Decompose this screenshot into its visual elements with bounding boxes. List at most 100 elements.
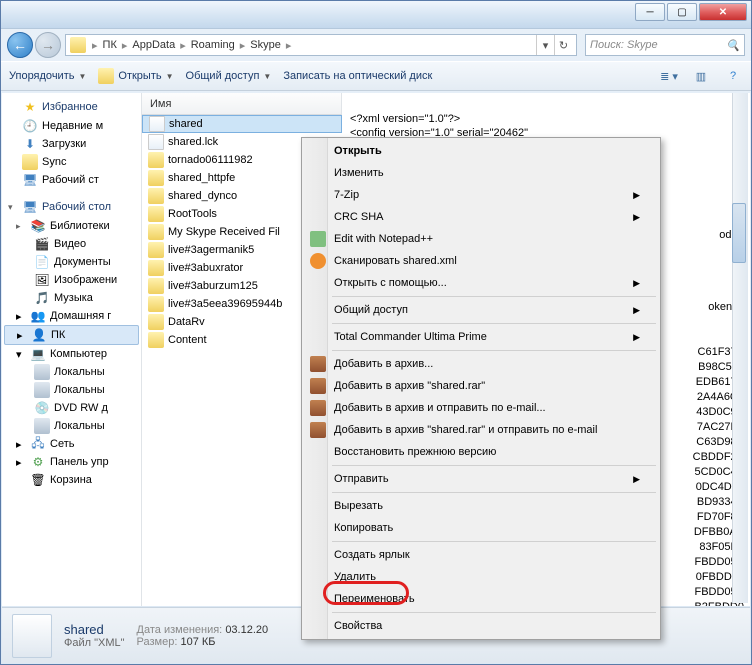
sidebar-item-selected[interactable]: ▸👤ПК [4,325,139,345]
sidebar-item[interactable]: Локальны [2,417,141,435]
sidebar-item[interactable]: 📄Документы [2,253,141,271]
breadcrumb-part[interactable]: AppData [129,39,178,51]
file-name: shared [169,118,203,130]
maximize-button[interactable]: ▢ [667,3,697,21]
sidebar-item[interactable]: ▸👥Домашняя г [2,307,141,325]
sidebar-item[interactable]: 🎬Видео [2,235,141,253]
video-icon: 🎬 [34,236,50,252]
close-button[interactable]: ✕ [699,3,747,21]
star-icon: ★ [22,99,38,115]
forward-button[interactable]: → [35,32,61,58]
menu-item[interactable]: Копировать [304,517,658,539]
menu-item[interactable]: Переименовать [304,588,658,610]
menu-item[interactable]: Открыть [304,140,658,162]
column-header-name[interactable]: Имя [142,93,342,115]
menu-item[interactable]: Удалить [304,566,658,588]
search-icon: 🔍 [726,39,740,52]
menu-item[interactable]: Сканировать shared.xml [304,250,658,272]
menu-label: Изменить [334,167,384,179]
av-icon [310,253,326,269]
menu-item[interactable]: CRC SHA▶ [304,206,658,228]
scrollbar-thumb[interactable] [732,203,746,263]
status-details: Дата изменения: 03.12.20 Размер: 107 КБ [137,624,269,648]
search-input[interactable]: Поиск: Skype 🔍 [585,34,745,56]
context-menu: Открыть Изменить 7-Zip▶CRC SHA▶Edit with N… [301,137,661,640]
breadcrumb-dropdown[interactable]: ▾ [536,35,554,55]
sidebar-item[interactable]: ▸📚Библиотеки [2,217,141,235]
sidebar-item[interactable]: ▸🖧Сеть [2,435,141,453]
help-icon[interactable]: ? [723,66,743,86]
open-icon [98,68,114,84]
desktop-icon: 🖥 [22,199,38,215]
menu-item[interactable]: Вырезать [304,495,658,517]
back-button[interactable]: ← [7,32,33,58]
share-button[interactable]: Общий доступ▼ [186,70,272,82]
folder-icon [148,224,164,240]
scrollbar[interactable] [732,93,748,603]
refresh-button[interactable]: ↻ [554,35,572,55]
sidebar-item[interactable]: ⬇Загрузки [2,135,141,153]
menu-label: Свойства [334,620,382,632]
sidebar-item[interactable]: Sync [2,153,141,171]
breadcrumb-part[interactable]: Roaming [188,39,238,51]
folder-icon [148,242,164,258]
preview-pane-icon[interactable]: ▥ [691,66,711,86]
menu-item[interactable]: Создать ярлык [304,544,658,566]
minimize-button[interactable]: ─ [635,3,665,21]
sidebar-item[interactable]: ▾💻Компьютер [2,345,141,363]
status-file-info: shared Файл "XML" [64,622,125,649]
breadcrumb-part[interactable]: Skype [247,39,284,51]
file-name: shared.lck [168,136,218,148]
organize-button[interactable]: Упорядочить▼ [9,70,86,82]
sidebar-item[interactable]: 💿DVD RW д [2,399,141,417]
menu-item[interactable]: Добавить в архив... [304,353,658,375]
rar-icon [310,400,326,416]
menu-item[interactable]: 7-Zip▶ [304,184,658,206]
desktop-header[interactable]: ▾🖥Рабочий стол [2,197,141,217]
open-button[interactable]: Открыть▼ [98,68,173,84]
sidebar-item[interactable]: Локальны [2,381,141,399]
menu-item[interactable]: Изменить [304,162,658,184]
folder-icon [148,296,164,312]
sidebar-item[interactable]: 🕘Недавние м [2,117,141,135]
network-icon: 🖧 [30,436,46,452]
file-name: My Skype Received Fil [168,226,280,238]
nav-sidebar: ★Избранное 🕘Недавние м ⬇Загрузки Sync 🖥Р… [2,93,142,606]
file-name: live#3agermanik5 [168,244,254,256]
sidebar-item[interactable]: 🎵Музыка [2,289,141,307]
sidebar-item[interactable]: 🖥Рабочий ст [2,171,141,189]
breadcrumb[interactable]: ▸ ПК▸ AppData▸ Roaming▸ Skype▸ ▾ ↻ [65,34,577,56]
menu-label: Добавить в архив... [334,358,433,370]
explorer-window: ─ ▢ ✕ ← → ▸ ПК▸ AppData▸ Roaming▸ Skype▸… [0,0,752,665]
menu-item[interactable]: Отправить▶ [304,468,658,490]
breadcrumb-part[interactable]: ПК [100,39,120,51]
menu-item[interactable]: Edit with Notepad++ [304,228,658,250]
sidebar-item[interactable]: Локальны [2,363,141,381]
homegroup-icon: 👥 [30,308,46,324]
trash-icon: 🗑 [30,472,46,488]
menu-item[interactable]: Восстановить прежнюю версию [304,441,658,463]
menu-item[interactable]: Добавить в архив и отправить по e-mail..… [304,397,658,419]
file-name: live#3a5eea39695944b [168,298,282,310]
favorites-header[interactable]: ★Избранное [2,97,141,117]
menu-item[interactable]: Открыть с помощью...▶ [304,272,658,294]
menu-label: Восстановить прежнюю версию [334,446,496,458]
sidebar-item[interactable]: ▸⚙Панель упр [2,453,141,471]
menu-label: Переименовать [334,593,415,605]
np-icon [310,231,326,247]
burn-button[interactable]: Записать на оптический диск [283,70,432,82]
file-row[interactable]: shared [142,115,342,133]
submenu-arrow-icon: ▶ [633,474,640,485]
sidebar-item[interactable]: 🖼Изображени [2,271,141,289]
view-options-icon[interactable]: ≣ ▾ [659,66,679,86]
menu-item[interactable]: Общий доступ▶ [304,299,658,321]
menu-item[interactable]: Total Commander Ultima Prime▶ [304,326,658,348]
menu-item[interactable]: Добавить в архив "shared.rar" и отправит… [304,419,658,441]
menu-item[interactable]: Добавить в архив "shared.rar" [304,375,658,397]
file-name: RootTools [168,208,217,220]
menu-item[interactable]: Свойства [304,615,658,637]
sidebar-item[interactable]: 🗑Корзина [2,471,141,489]
submenu-arrow-icon: ▶ [633,190,640,201]
menu-separator [332,465,656,466]
file-name: shared_dynco [168,190,237,202]
